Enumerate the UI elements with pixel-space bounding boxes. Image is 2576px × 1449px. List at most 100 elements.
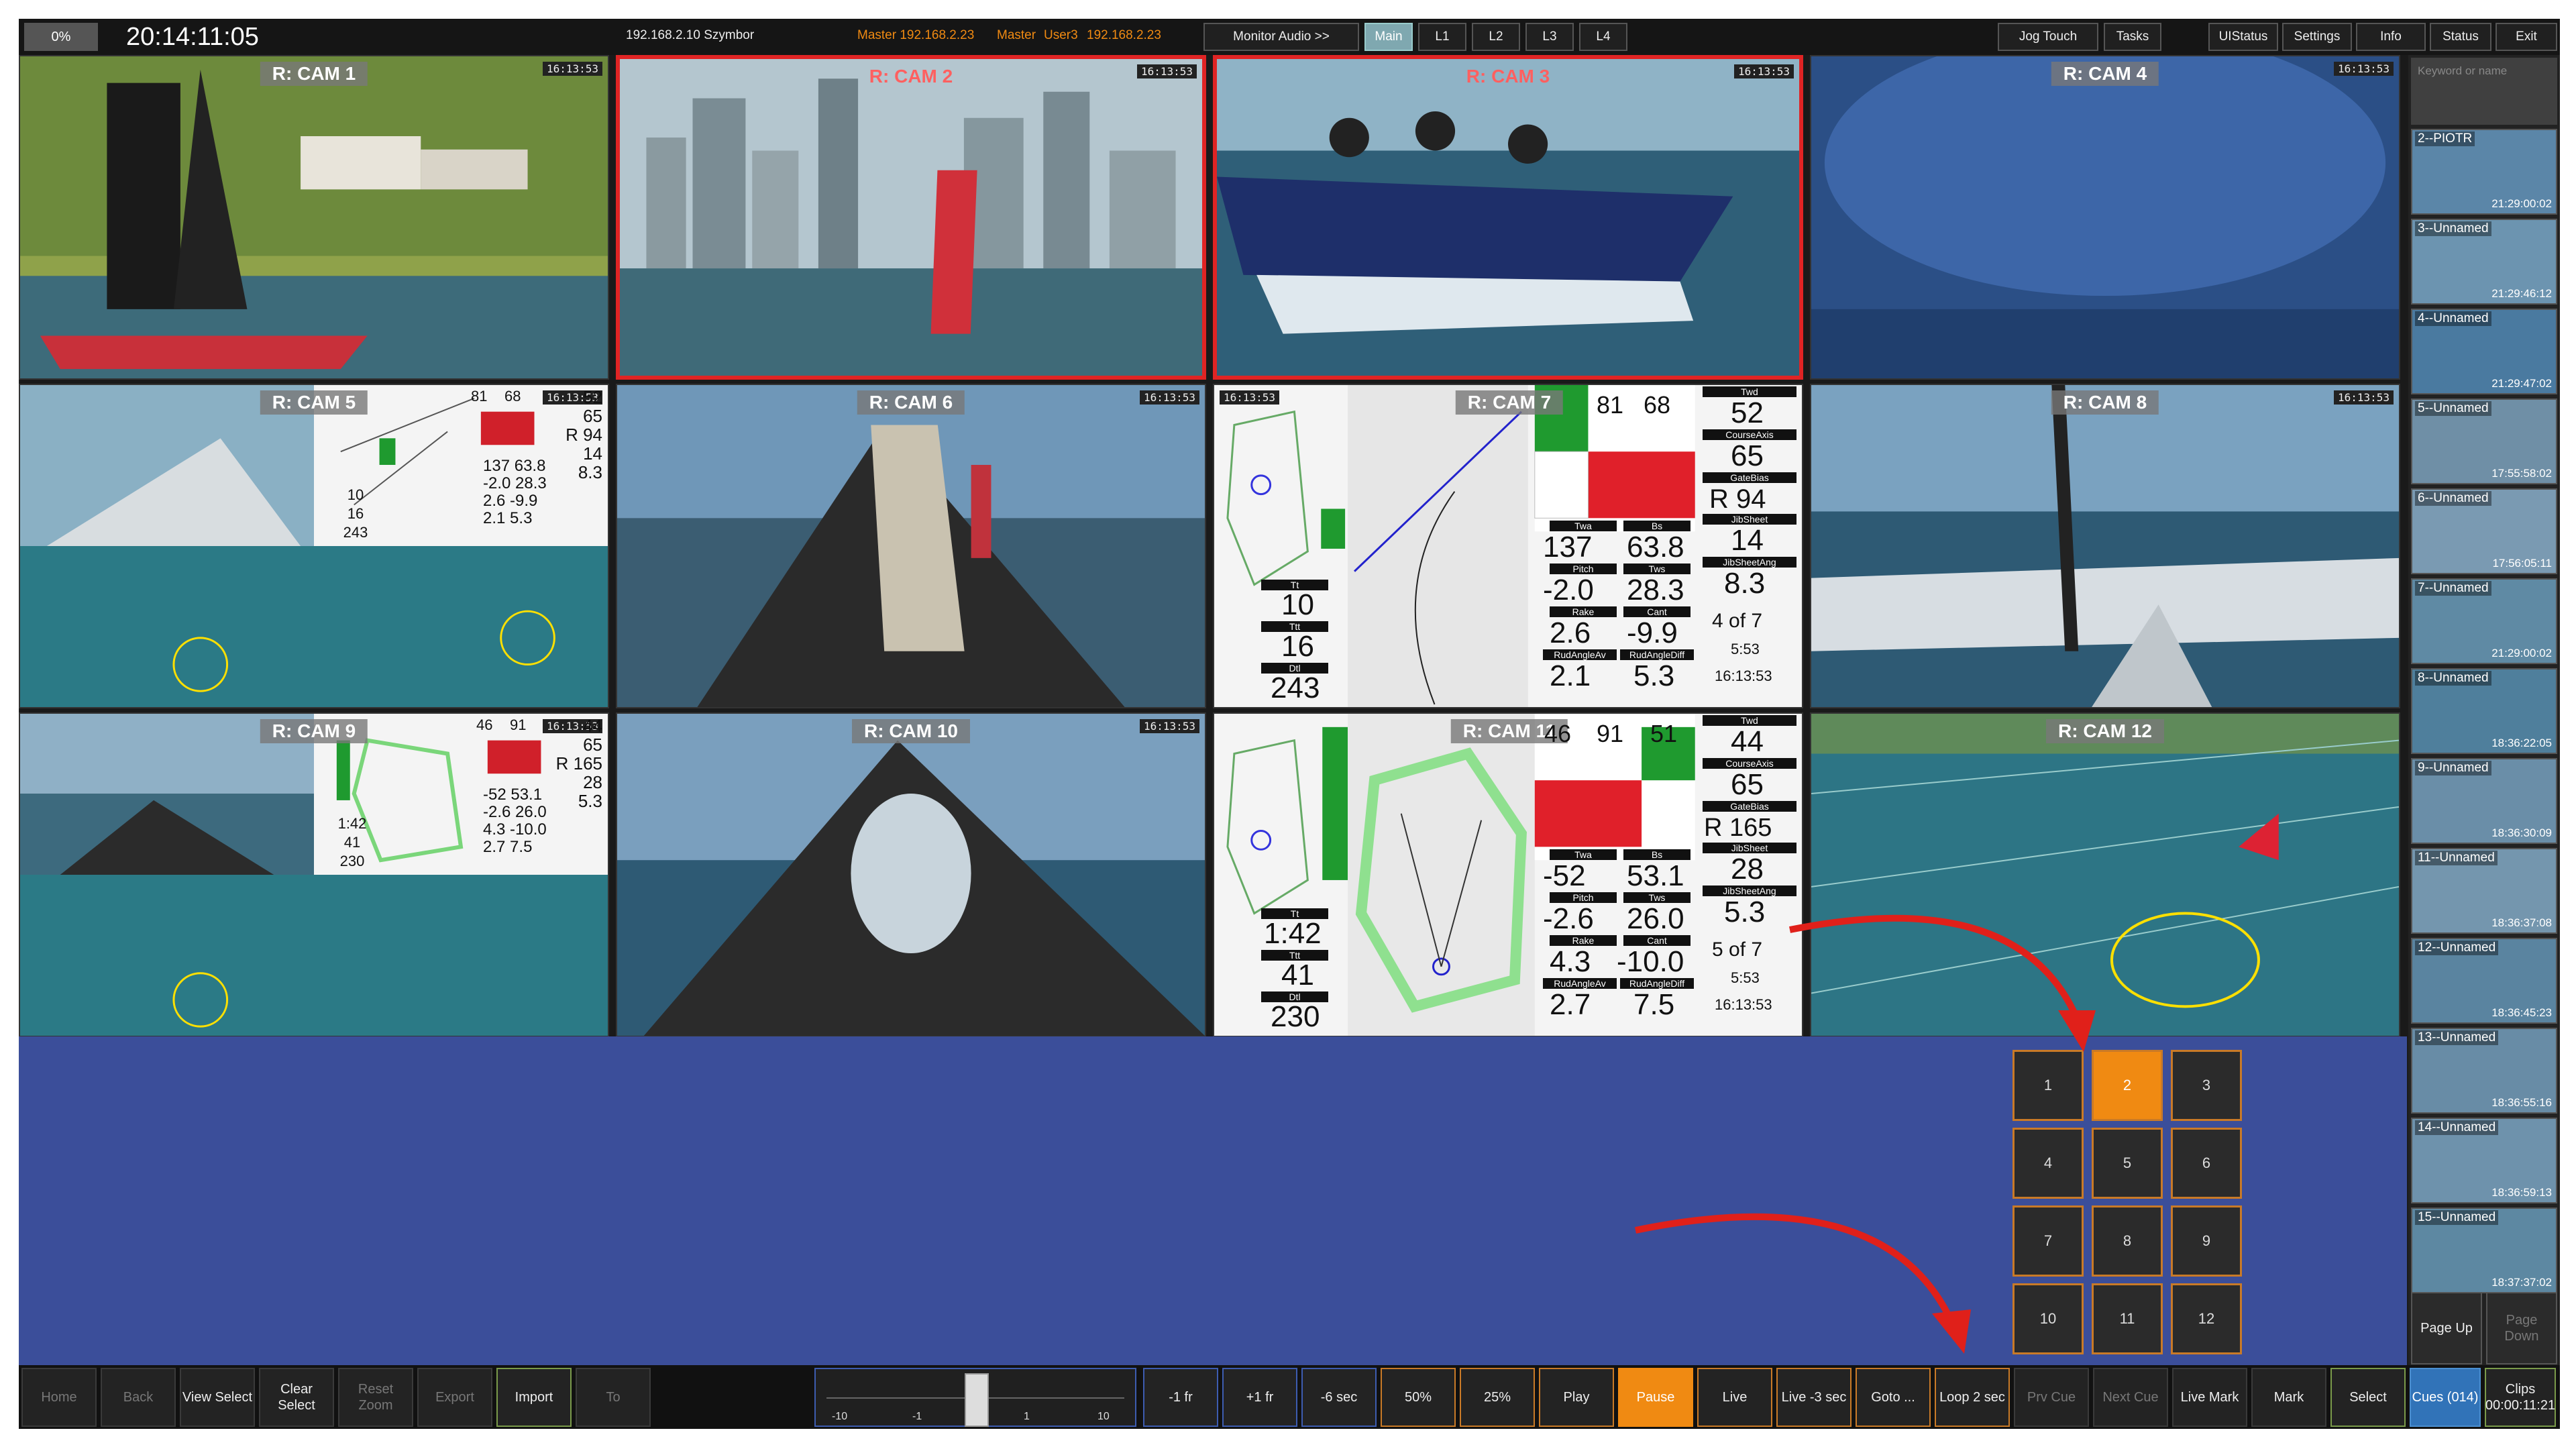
camera-tile-6[interactable]: R: CAM 6 16:13:53 [616,384,1206,708]
status-button[interactable]: Status [2430,23,2491,51]
layout-l1-button[interactable]: L1 [1418,23,1466,51]
clip-time: 18:36:37:08 [2491,916,2552,929]
pad-button-7[interactable]: 7 [2012,1205,2084,1277]
live-button[interactable]: Live [1697,1368,1772,1427]
jog-handle[interactable] [965,1373,989,1427]
info-button[interactable]: Info [2356,23,2426,51]
camera-tile-1[interactable]: R: CAM 1 16:13:53 [19,55,609,380]
layout-l3-button[interactable]: L3 [1525,23,1574,51]
pad-button-2[interactable]: 2 [2092,1050,2163,1121]
mark-button[interactable]: Mark [2251,1368,2326,1427]
camera-tile-11[interactable]: R: CAM 11 46 91 51 Twd 44 CourseAxis 65 … [1213,712,1803,1037]
camera-tile-9[interactable]: R: CAM 9 16:13:53 44 65 R 165 28 5.3 46 … [19,712,609,1037]
pad-button-5[interactable]: 5 [2092,1128,2163,1199]
live-minus-3-button[interactable]: Live -3 sec [1776,1368,1851,1427]
tele-jib-label: JibSheet [1703,514,1796,525]
camera-tile-7[interactable]: R: CAM 7 16:13:53 81 68 Twd 52 CourseAxi… [1213,384,1803,708]
previous-cue-button[interactable]: Prv Cue [2014,1368,2089,1427]
minus-frame-button[interactable]: -1 fr [1143,1368,1218,1427]
clip-thumbnail[interactable]: 9--Unnamed 18:36:30:09 [2411,758,2557,844]
system-clock: 20:14:11:05 [126,23,259,51]
mini-top-a: 81 [471,388,488,405]
pad-button-3[interactable]: 3 [2171,1050,2242,1121]
camera-tile-2[interactable]: R: CAM 2 16:13:53 [616,55,1206,380]
clip-thumbnail[interactable]: 15--Unnamed 18:37:37:02 [2411,1208,2557,1293]
loop-2-sec-button[interactable]: Loop 2 sec [1935,1368,2010,1427]
pause-button[interactable]: Pause [1618,1368,1693,1427]
clip-thumbnail[interactable]: 5--Unnamed 17:55:58:02 [2411,398,2557,484]
next-cue-button[interactable]: Next Cue [2093,1368,2168,1427]
clip-thumbnail[interactable]: 8--Unnamed 18:36:22:05 [2411,668,2557,754]
import-button[interactable]: Import [496,1368,572,1427]
to-button[interactable]: To [576,1368,651,1427]
tele-pitch-label: Pitch [1550,564,1617,574]
layout-l4-button[interactable]: L4 [1579,23,1627,51]
select-button[interactable]: Select [2330,1368,2406,1427]
clip-label: 3--Unnamed [2415,221,2491,236]
camera-tile-8[interactable]: R: CAM 8 16:13:53 [1810,384,2400,708]
live-mark-button[interactable]: Live Mark [2172,1368,2247,1427]
clip-search-input[interactable]: Keyword or name [2411,58,2557,125]
page-up-button[interactable]: Page Up [2411,1292,2482,1364]
tele-clock: 16:13:53 [1715,667,1772,684]
tele-top-c: 46 [1544,720,1572,747]
pad-button-10[interactable]: 10 [2012,1283,2084,1354]
clips-button[interactable]: Clips 00:00:11:21 [2485,1368,2556,1427]
camera-tile-5[interactable]: R: CAM 5 16:13:53 52 65 R 94 14 8.3 81 6… [19,384,609,708]
export-button[interactable]: Export [417,1368,492,1427]
clip-thumbnail[interactable]: 14--Unnamed 18:36:59:13 [2411,1118,2557,1203]
camera-tile-3[interactable]: R: CAM 3 16:13:53 [1213,55,1803,380]
pad-button-4[interactable]: 4 [2012,1128,2084,1199]
clip-thumbnail[interactable]: 2--PIOTR 21:29:00:02 [2411,129,2557,215]
camera-6-feed [617,385,1205,707]
play-button[interactable]: Play [1539,1368,1614,1427]
clip-thumbnail[interactable]: 3--Unnamed 21:29:46:12 [2411,219,2557,305]
clip-thumbnail[interactable]: 7--Unnamed 21:29:00:02 [2411,578,2557,664]
clip-thumbnail[interactable]: 6--Unnamed 17:56:05:11 [2411,488,2557,574]
plus-frame-button[interactable]: +1 fr [1222,1368,1297,1427]
minus-6-sec-button[interactable]: -6 sec [1301,1368,1377,1427]
clip-thumbnail[interactable]: 13--Unnamed 18:36:55:16 [2411,1028,2557,1114]
clear-select-button[interactable]: Clear Select [259,1368,334,1427]
tele-clock: 16:13:53 [1715,996,1772,1013]
jog-slider[interactable]: -10 -1 1 10 [814,1368,1136,1427]
speed-50-button[interactable]: 50% [1381,1368,1456,1427]
camera-tile-12[interactable]: R: CAM 12 [1810,712,2400,1037]
tele-course: 65 [1731,439,1764,472]
view-select-button[interactable]: View Select [180,1368,255,1427]
cues-button[interactable]: Cues (014) [2410,1368,2481,1427]
pad-button-9[interactable]: 9 [2171,1205,2242,1277]
back-button[interactable]: Back [101,1368,176,1427]
pad-button-1[interactable]: 1 [2012,1050,2084,1121]
pad-button-11[interactable]: 11 [2092,1283,2163,1354]
tasks-button[interactable]: Tasks [2104,23,2161,51]
camera-tile-4[interactable]: R: CAM 4 16:13:53 [1810,55,2400,380]
jog-tick-10: 10 [1097,1411,1110,1422]
reset-zoom-button[interactable]: Reset Zoom [338,1368,413,1427]
home-button[interactable]: Home [21,1368,97,1427]
settings-button[interactable]: Settings [2282,23,2352,51]
clip-thumbnail[interactable]: 4--Unnamed 21:29:47:02 [2411,309,2557,394]
goto-button[interactable]: Goto ... [1856,1368,1931,1427]
jog-touch-button[interactable]: Jog Touch [1998,23,2098,51]
camera-label: R: CAM 9 [260,719,368,743]
pad-button-8[interactable]: 8 [2092,1205,2163,1277]
monitor-audio-button[interactable]: Monitor Audio >> [1203,23,1359,51]
page-down-button[interactable]: Page Down [2486,1292,2557,1364]
mini-left-vals: 137 63.8 -2.0 28.3 2.6 -9.9 2.1 5.3 [483,457,547,527]
pad-button-6[interactable]: 6 [2171,1128,2242,1199]
tt-panel: Tt 10 Ttt 16 Dtl 243 [1261,580,1328,707]
clip-thumbnail[interactable]: 12--Unnamed 18:36:45:23 [2411,938,2557,1024]
clip-thumbnail[interactable]: 11--Unnamed 18:36:37:08 [2411,848,2557,934]
camera-tile-10[interactable]: R: CAM 10 16:13:53 [616,712,1206,1037]
mini-twd: 52 [583,387,602,407]
layout-main-button[interactable]: Main [1364,23,1413,51]
uistatus-button[interactable]: UIStatus [2208,23,2278,51]
clips-sidebar: Keyword or name 2--PIOTR 21:29:00:02 3--Un… [2408,55,2560,1365]
speed-25-button[interactable]: 25% [1460,1368,1535,1427]
exit-button[interactable]: Exit [2496,23,2557,51]
layout-l2-button[interactable]: L2 [1472,23,1520,51]
jog-tick-minus10: -10 [832,1411,848,1422]
pad-button-12[interactable]: 12 [2171,1283,2242,1354]
timecode: 16:13:53 [2333,390,2394,405]
